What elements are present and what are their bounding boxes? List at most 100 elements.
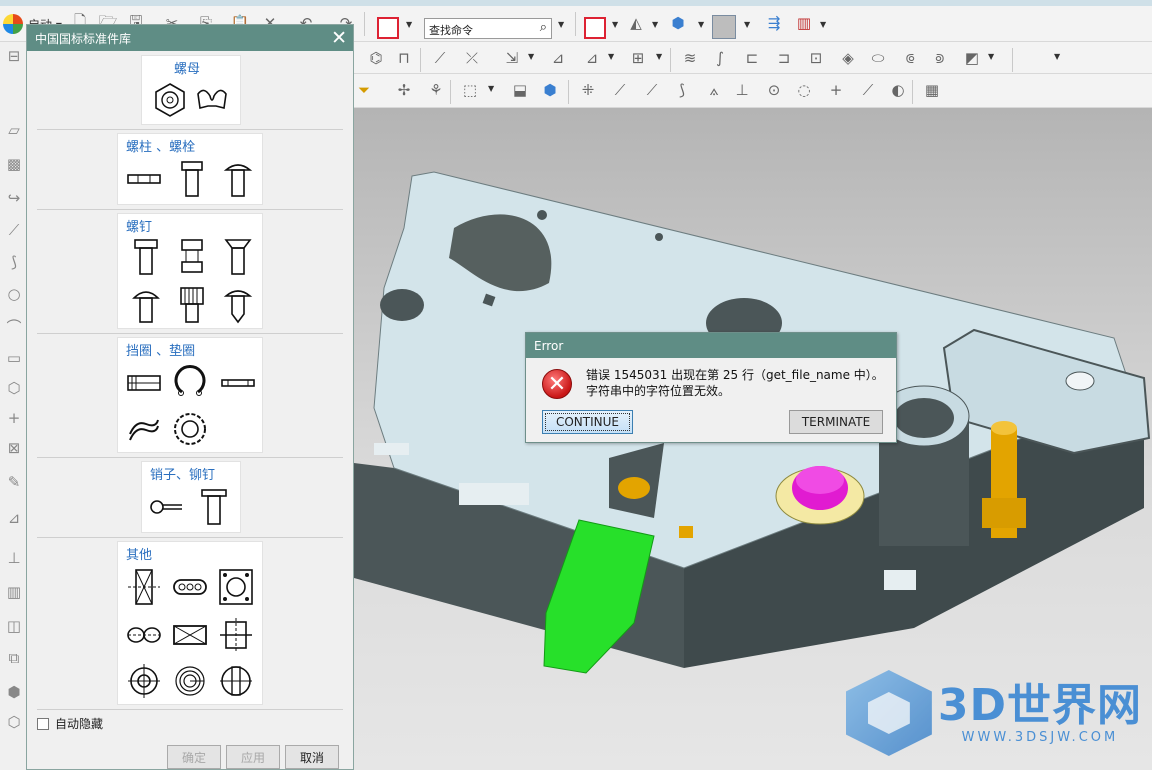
chamfer-icon[interactable]: ⟄ bbox=[928, 46, 952, 70]
snap-center-icon[interactable]: ⊙ bbox=[762, 78, 786, 102]
circlip-icon[interactable] bbox=[172, 362, 208, 400]
dropdown-arrow-icon[interactable]: ▼ bbox=[988, 52, 994, 61]
zoom-fit-icon[interactable] bbox=[584, 17, 606, 39]
snap-circle-icon[interactable]: ◌ bbox=[792, 78, 816, 102]
polyline-icon[interactable]: ⟆ bbox=[4, 252, 24, 272]
tapping-screw-icon[interactable] bbox=[220, 286, 256, 324]
shaft-coupling-icon[interactable] bbox=[218, 616, 254, 654]
trim-icon[interactable]: ⤫ bbox=[460, 46, 484, 70]
close-icon[interactable]: ✕ bbox=[331, 27, 347, 49]
sketch-icon[interactable]: ⌬ bbox=[364, 46, 388, 70]
terminate-button[interactable]: TERMINATE bbox=[789, 410, 883, 434]
dropdown-arrow-icon[interactable]: ▼ bbox=[406, 20, 412, 29]
spiral-icon[interactable] bbox=[172, 662, 208, 700]
category-rings-washers[interactable]: 挡圈 、垫圈 bbox=[117, 337, 263, 453]
category-pins-rivets[interactable]: 销子、铆钉 bbox=[141, 461, 241, 533]
round-bolt-icon[interactable] bbox=[220, 160, 256, 198]
solid-icon[interactable]: ⬢ bbox=[4, 682, 24, 702]
auto-hide-option[interactable]: 自动隐藏 bbox=[37, 715, 103, 732]
hex-nut-icon[interactable] bbox=[152, 80, 188, 118]
arc-icon[interactable]: ↪ bbox=[4, 188, 24, 208]
bushing-icon[interactable] bbox=[126, 568, 162, 606]
cube-view-icon[interactable]: ⬢ bbox=[666, 11, 690, 35]
dropdown-arrow-icon[interactable]: ▼ bbox=[652, 20, 658, 29]
dropdown-arrow-icon[interactable]: ▼ bbox=[820, 20, 826, 29]
plane-icon[interactable]: ▱ bbox=[4, 120, 24, 140]
search-dropdown-icon[interactable]: ▼ bbox=[558, 20, 564, 29]
continue-button[interactable]: CONTINUE bbox=[542, 410, 633, 434]
category-nuts[interactable]: 螺母 bbox=[141, 55, 241, 125]
curve-icon[interactable]: ∫ bbox=[708, 46, 732, 70]
assembly-icon[interactable]: ⬡ bbox=[4, 712, 24, 732]
flange-icon[interactable] bbox=[218, 568, 254, 606]
fillet-icon[interactable]: ⟃ bbox=[898, 46, 922, 70]
auto-hide-checkbox[interactable] bbox=[37, 717, 49, 730]
grid-icon[interactable]: ▦ bbox=[920, 78, 944, 102]
select-face-icon[interactable]: ⬓ bbox=[508, 78, 532, 102]
snap-cross-icon[interactable]: + bbox=[824, 78, 848, 102]
cylinder-icon[interactable]: ⬭ bbox=[866, 46, 890, 70]
pattern-icon[interactable]: ⊞ bbox=[626, 46, 650, 70]
snap-object-icon[interactable]: ⚘ bbox=[424, 78, 448, 102]
bearing-block-icon[interactable] bbox=[172, 616, 208, 654]
shell-icon[interactable]: ◈ bbox=[836, 46, 860, 70]
apply-button[interactable]: 应用 bbox=[226, 745, 280, 769]
table-icon[interactable]: ▥ bbox=[4, 582, 24, 602]
dropdown-arrow-icon[interactable]: ▼ bbox=[656, 52, 662, 61]
snap-mid-icon[interactable]: ⟋ bbox=[640, 78, 664, 102]
snap-arc-icon[interactable]: ⟆ bbox=[670, 78, 694, 102]
search-icon[interactable]: ⌕ bbox=[540, 20, 547, 35]
ok-button[interactable]: 确定 bbox=[167, 745, 221, 769]
washer-side-icon[interactable] bbox=[126, 364, 162, 402]
surface-icon[interactable]: ⊏ bbox=[740, 46, 764, 70]
hex-bolt-icon[interactable] bbox=[174, 160, 210, 198]
section-view-icon[interactable]: ⇶ bbox=[762, 11, 786, 35]
category-studs-bolts[interactable]: 螺柱 、螺栓 bbox=[117, 133, 263, 205]
draft-icon[interactable]: ◩ bbox=[960, 46, 984, 70]
sweep-icon[interactable]: ⊐ bbox=[772, 46, 796, 70]
hex-socket-screw-icon[interactable] bbox=[128, 286, 164, 324]
countersunk-screw-icon[interactable] bbox=[220, 238, 256, 276]
rectangle-icon[interactable]: ▭ bbox=[4, 348, 24, 368]
circle-icon[interactable]: ○ bbox=[4, 284, 24, 304]
link-plate-icon[interactable] bbox=[172, 568, 208, 606]
stud-icon[interactable] bbox=[126, 160, 162, 198]
coupling-icon[interactable] bbox=[126, 616, 162, 654]
wheel-icon[interactable] bbox=[218, 662, 254, 700]
polygon-icon[interactable]: ⬡ bbox=[4, 378, 24, 398]
layout-icon[interactable]: ⊟ bbox=[4, 46, 24, 66]
snap-face-icon[interactable]: ◐ bbox=[886, 78, 910, 102]
spring-icon[interactable]: ≋ bbox=[678, 46, 702, 70]
pin-icon[interactable] bbox=[148, 488, 184, 526]
constraint-icon[interactable]: ⊿ bbox=[546, 46, 570, 70]
snap-point-icon[interactable]: ✢ bbox=[392, 78, 416, 102]
line-icon[interactable]: ⟋ bbox=[4, 220, 24, 240]
spider-icon[interactable] bbox=[126, 662, 162, 700]
snap-line-icon[interactable]: ⟋ bbox=[856, 78, 880, 102]
dropdown-arrow-icon[interactable]: ▼ bbox=[698, 20, 704, 29]
dimension-icon[interactable]: ⊿ bbox=[580, 46, 604, 70]
command-search-input[interactable]: 查找命令 ⌕ bbox=[424, 18, 552, 39]
box-select-icon[interactable]: ⬚ bbox=[458, 78, 482, 102]
category-others[interactable]: 其他 bbox=[117, 541, 263, 705]
constraint-icon[interactable]: ⊥ bbox=[4, 548, 24, 568]
rivet-icon[interactable] bbox=[196, 488, 232, 526]
filter-icon[interactable]: ⏷ bbox=[352, 78, 376, 102]
category-screws[interactable]: 螺钉 bbox=[117, 213, 263, 329]
extrude-icon[interactable]: ⊓ bbox=[392, 46, 416, 70]
trim-icon[interactable]: ⊠ bbox=[4, 438, 24, 458]
background-color-icon[interactable] bbox=[712, 15, 736, 39]
offset-icon[interactable]: ⇲ bbox=[500, 46, 524, 70]
flat-washer-icon[interactable] bbox=[220, 364, 256, 402]
fillet-icon[interactable]: ⌒ bbox=[4, 316, 24, 336]
snap-grid-icon[interactable]: ⁜ bbox=[576, 78, 600, 102]
wing-nut-icon[interactable] bbox=[194, 80, 230, 118]
dropdown-arrow-icon[interactable]: ▼ bbox=[1054, 52, 1060, 61]
toothed-washer-icon[interactable] bbox=[172, 410, 208, 448]
cancel-button[interactable]: 取消 bbox=[285, 745, 339, 769]
sketch-icon[interactable]: ✎ bbox=[4, 472, 24, 492]
snap-tangent-icon[interactable]: ⊥ bbox=[730, 78, 754, 102]
checker-icon[interactable]: ▩ bbox=[4, 154, 24, 174]
dropdown-arrow-icon[interactable]: ▼ bbox=[608, 52, 614, 61]
fit-view-icon[interactable] bbox=[377, 17, 399, 39]
